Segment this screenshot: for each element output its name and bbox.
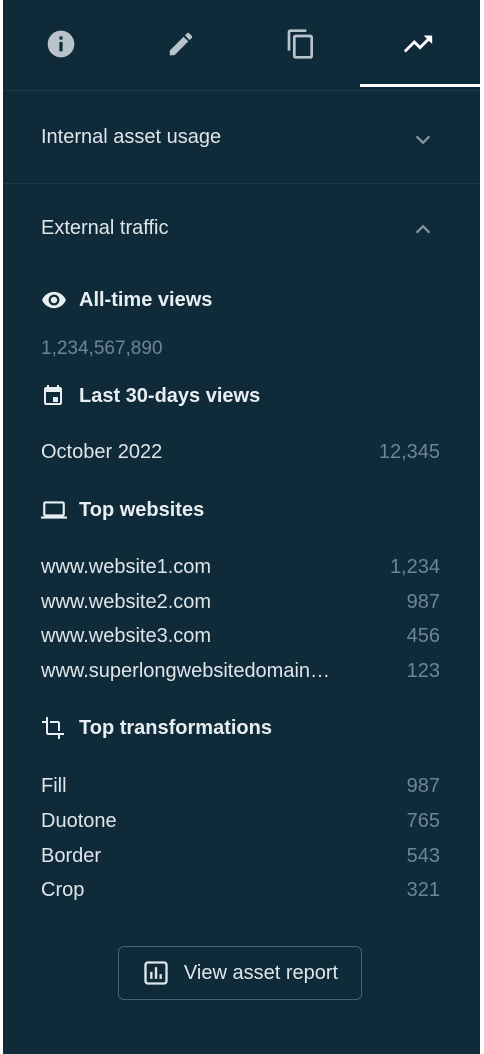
bar-chart-icon — [144, 961, 168, 985]
info-icon — [47, 30, 75, 58]
tab-edit[interactable] — [123, 0, 239, 88]
list-item: www.website1.com 1,234 — [41, 556, 440, 578]
tab-copy[interactable] — [243, 0, 359, 88]
top-transformations-title: Top transformations — [41, 715, 272, 741]
chevron-down-icon — [415, 135, 431, 145]
external-traffic-accordion[interactable]: External traffic — [3, 184, 480, 274]
view-asset-report-label: View asset report — [183, 961, 339, 984]
list-item: www.website2.com 987 — [41, 591, 440, 613]
edit-icon — [169, 32, 193, 56]
tab-info[interactable] — [3, 0, 119, 88]
chevron-up-icon — [415, 224, 431, 234]
tab-bar — [3, 0, 480, 91]
tab-analytics[interactable] — [360, 0, 476, 88]
active-tab-indicator — [360, 84, 480, 87]
list-item: Border 543 — [41, 845, 440, 867]
all-time-views-value: 1,234,567,890 — [41, 338, 163, 359]
list-item: Fill 987 — [41, 775, 440, 797]
list-item: www.website3.com 456 — [41, 625, 440, 647]
external-traffic-label: External traffic — [41, 217, 169, 239]
internal-usage-accordion[interactable]: Internal asset usage — [3, 91, 480, 184]
list-item: Duotone 765 — [41, 810, 440, 832]
asset-side-panel: Internal asset usage External traffic Al… — [3, 0, 480, 1054]
all-time-views-title: All-time views — [41, 287, 212, 313]
top-websites-title: Top websites — [41, 497, 204, 523]
internal-usage-label: Internal asset usage — [41, 126, 222, 148]
list-item: www.superlongwebsitedomain… 123 — [41, 660, 440, 682]
list-item: October 2022 12,345 — [41, 441, 440, 463]
laptop-icon — [41, 501, 67, 519]
crop-icon — [42, 717, 64, 739]
view-asset-report-button[interactable]: View asset report — [118, 946, 362, 1000]
last-30-days-title: Last 30-days views — [41, 383, 260, 409]
calendar-icon — [44, 385, 62, 405]
copy-icon — [287, 29, 313, 59]
eye-icon — [42, 291, 66, 309]
trending-up-icon — [403, 35, 433, 53]
list-item: Crop 321 — [41, 879, 440, 901]
